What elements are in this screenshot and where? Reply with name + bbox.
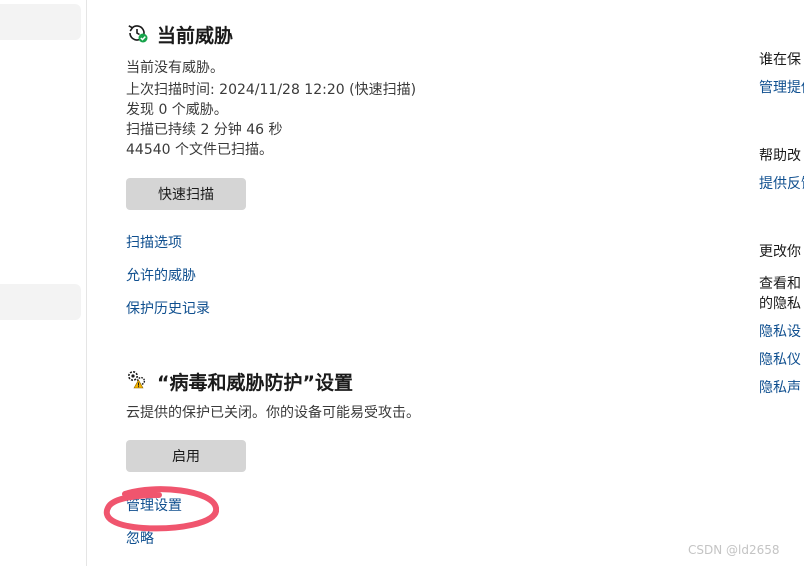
files-scanned-text: 44540 个文件已扫描。 xyxy=(126,142,273,158)
watermark-text: CSDN @ld2658 xyxy=(688,543,780,557)
scan-options-link[interactable]: 扫描选项 xyxy=(126,232,182,252)
main-content: 当前威胁 当前没有威胁。 上次扫描时间: 2024/11/28 12:20 (快… xyxy=(126,0,726,566)
privacy-statement-link[interactable]: 隐私声 xyxy=(759,377,801,397)
give-feedback-link[interactable]: 提供反馈 xyxy=(759,173,804,193)
current-threats-title: 当前威胁 xyxy=(157,25,234,47)
protector-heading: 谁在保 xyxy=(759,52,801,68)
left-navigation-pane xyxy=(0,0,87,566)
last-scan-time-text: 上次扫描时间: 2024/11/28 12:20 (快速扫描) xyxy=(126,82,417,98)
nav-item-highlight-middle[interactable] xyxy=(0,284,81,320)
help-improve-heading: 帮助改 xyxy=(759,148,801,164)
right-info-panel: 谁在保 管理提供 帮助改 提供反馈 更改你 查看和 的隐私 隐私设 隐私仪 隐私… xyxy=(759,0,804,566)
privacy-description-line2: 的隐私 xyxy=(759,296,801,312)
protection-history-link[interactable]: 保护历史记录 xyxy=(126,298,210,318)
threat-status-text: 当前没有威胁。 xyxy=(126,60,224,76)
quick-scan-button[interactable]: 快速扫描 xyxy=(126,178,246,210)
privacy-settings-link[interactable]: 隐私设 xyxy=(759,321,801,341)
threats-found-text: 发现 0 个威胁。 xyxy=(126,102,228,118)
allowed-threats-link[interactable]: 允许的威胁 xyxy=(126,265,196,285)
enable-button[interactable]: 启用 xyxy=(126,440,246,472)
cloud-protection-warning-text: 云提供的保护已关闭。你的设备可能易受攻击。 xyxy=(126,405,420,421)
manage-settings-link[interactable]: 管理设置 xyxy=(126,495,182,515)
manage-providers-link[interactable]: 管理提供 xyxy=(759,77,804,97)
privacy-heading: 更改你 xyxy=(759,244,801,260)
settings-title: “病毒和威胁防护”设置 xyxy=(157,372,353,394)
history-scan-icon xyxy=(126,22,148,48)
dismiss-link[interactable]: 忽略 xyxy=(126,528,154,548)
gear-warning-icon xyxy=(126,369,148,393)
nav-item-highlight-top[interactable] xyxy=(0,4,81,40)
privacy-dashboard-link[interactable]: 隐私仪 xyxy=(759,349,801,369)
scan-duration-text: 扫描已持续 2 分钟 46 秒 xyxy=(126,122,283,138)
privacy-description-line1: 查看和 xyxy=(759,276,801,292)
